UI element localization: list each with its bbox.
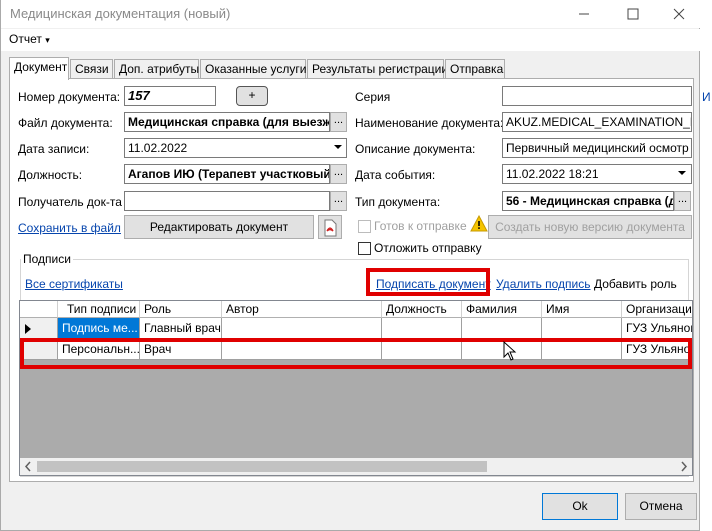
doc-number-field[interactable]: 157 bbox=[124, 86, 216, 106]
postpone-sending-label: Отложить отправку bbox=[374, 241, 482, 255]
doc-name-label: Наименование документа: bbox=[355, 116, 504, 130]
column-header-position[interactable]: Должность bbox=[382, 301, 462, 318]
warning-icon bbox=[470, 215, 488, 232]
column-header-signature-type[interactable]: Тип подписи bbox=[58, 301, 140, 318]
horizontal-scrollbar[interactable] bbox=[20, 458, 692, 475]
create-new-version-button[interactable]: Создать новую версию документа bbox=[488, 215, 692, 239]
record-date-value: 11.02.2022 bbox=[128, 141, 188, 155]
series-field[interactable] bbox=[502, 86, 692, 106]
table-cell[interactable]: Подпись ме... bbox=[58, 318, 140, 339]
doc-file-browse-button[interactable]: ... bbox=[330, 112, 347, 132]
doc-file-label: Файл документа: bbox=[18, 116, 113, 130]
table-cell[interactable] bbox=[222, 318, 382, 339]
column-header-organization[interactable]: Организация bbox=[622, 301, 692, 318]
column-header-surname[interactable]: Фамилия bbox=[462, 301, 542, 318]
table-corner-header bbox=[20, 301, 58, 318]
all-certificates-link[interactable]: Все сертификаты bbox=[25, 277, 123, 291]
save-to-file-link[interactable]: Сохранить в файл bbox=[18, 221, 121, 235]
table-cell[interactable]: ГУЗ Ульянов bbox=[622, 318, 692, 339]
doc-name-field[interactable]: AKUZ.MEDICAL_EXAMINATION_MAI bbox=[502, 112, 692, 132]
table-cell[interactable] bbox=[542, 318, 622, 339]
tab-services[interactable]: Оказанные услуги bbox=[200, 59, 306, 79]
delete-signature-link[interactable]: Удалить подпись bbox=[496, 277, 591, 291]
background-strip: И bbox=[700, 0, 712, 531]
highlight-second-row bbox=[20, 338, 692, 369]
doc-description-label: Описание документа: bbox=[355, 142, 476, 156]
doc-description-field[interactable]: Первичный медицинский осмотр bbox=[502, 138, 692, 158]
column-header-name[interactable]: Имя bbox=[542, 301, 622, 318]
recipient-label: Получатель док-та bbox=[18, 195, 122, 209]
maximize-button[interactable] bbox=[610, 0, 656, 28]
recipient-browse-button[interactable]: ... bbox=[330, 191, 347, 211]
position-field[interactable]: Агапов ИЮ (Терапевт участковый) bbox=[124, 164, 330, 184]
signatures-group-label: Подписи bbox=[21, 252, 73, 266]
highlight-sign-document bbox=[366, 268, 490, 296]
pdf-export-button[interactable] bbox=[318, 215, 342, 239]
menu-bar: Отчет ▾ bbox=[1, 29, 701, 51]
ready-to-send-label: Готов к отправке bbox=[374, 219, 467, 233]
edit-document-button[interactable]: Редактировать документ bbox=[124, 215, 314, 239]
ready-to-send-checkbox[interactable] bbox=[358, 220, 371, 233]
maximize-icon bbox=[627, 8, 639, 20]
signatures-table[interactable]: Тип подписи Роль Автор Должность Фамилия… bbox=[19, 300, 693, 476]
ok-button[interactable]: Ok bbox=[542, 493, 618, 520]
chevron-down-icon bbox=[334, 145, 342, 149]
mouse-cursor-icon bbox=[503, 341, 517, 361]
doc-type-browse-button[interactable]: ... bbox=[674, 191, 691, 211]
chevron-down-icon bbox=[678, 171, 686, 175]
event-date-value: 11.02.2022 18:21 bbox=[506, 167, 599, 181]
tab-sending[interactable]: Отправка bbox=[445, 59, 505, 79]
scrollbar-thumb[interactable] bbox=[37, 461, 487, 472]
menu-report[interactable]: Отчет ▾ bbox=[9, 32, 50, 46]
window-title: Медицинская документация (новый) bbox=[10, 6, 231, 21]
doc-type-label: Тип документа: bbox=[355, 195, 441, 209]
record-date-dropdown[interactable] bbox=[330, 139, 346, 157]
close-icon bbox=[673, 8, 685, 20]
menu-report-label: Отчет bbox=[9, 32, 42, 46]
scroll-left-icon bbox=[24, 461, 31, 472]
row-header-current[interactable] bbox=[20, 318, 58, 339]
close-button[interactable] bbox=[656, 0, 702, 28]
table-cell[interactable] bbox=[462, 318, 542, 339]
current-row-arrow-icon bbox=[25, 324, 31, 334]
event-date-field[interactable]: 11.02.2022 18:21 bbox=[502, 164, 692, 184]
tab-links[interactable]: Связи bbox=[70, 59, 113, 79]
tab-extra-attributes[interactable]: Доп. атрибуты bbox=[114, 59, 199, 79]
dialog-window: Медицинская документация (новый) Отчет ▾… bbox=[0, 0, 701, 531]
minimize-button[interactable] bbox=[561, 0, 607, 28]
position-browse-button[interactable]: ... bbox=[330, 164, 347, 184]
minimize-icon bbox=[579, 13, 589, 15]
background-link-fragment: И bbox=[702, 90, 711, 104]
add-number-button[interactable]: + bbox=[236, 86, 268, 106]
dropdown-arrow-icon: ▾ bbox=[45, 35, 50, 45]
event-date-label: Дата события: bbox=[355, 168, 436, 182]
series-label: Серия bbox=[355, 90, 391, 104]
add-role-button[interactable]: Добавить роль bbox=[594, 277, 677, 291]
title-bar: Медицинская документация (новый) bbox=[1, 0, 701, 28]
doc-type-field[interactable]: 56 - Медицинская справка (д bbox=[502, 191, 674, 211]
tab-registration-results[interactable]: Результаты регистрации bbox=[307, 59, 448, 79]
postpone-sending-checkbox[interactable] bbox=[358, 242, 371, 255]
recipient-field[interactable] bbox=[124, 191, 330, 211]
event-date-dropdown[interactable] bbox=[674, 165, 690, 183]
doc-file-field[interactable]: Медицинская справка (для выезж bbox=[124, 112, 330, 132]
cancel-button[interactable]: Отмена bbox=[625, 493, 697, 520]
pdf-file-icon bbox=[324, 219, 337, 237]
doc-number-label: Номер документа: bbox=[18, 90, 121, 104]
column-header-role[interactable]: Роль bbox=[140, 301, 222, 318]
table-cell[interactable] bbox=[382, 318, 462, 339]
table-cell[interactable]: Главный врач bbox=[140, 318, 222, 339]
scroll-right-icon bbox=[681, 461, 688, 472]
position-label: Должность: bbox=[18, 168, 83, 182]
column-header-author[interactable]: Автор bbox=[222, 301, 382, 318]
record-date-label: Дата записи: bbox=[18, 142, 90, 156]
tab-document[interactable]: Документ bbox=[9, 57, 69, 80]
record-date-field[interactable]: 11.02.2022 bbox=[124, 138, 347, 158]
